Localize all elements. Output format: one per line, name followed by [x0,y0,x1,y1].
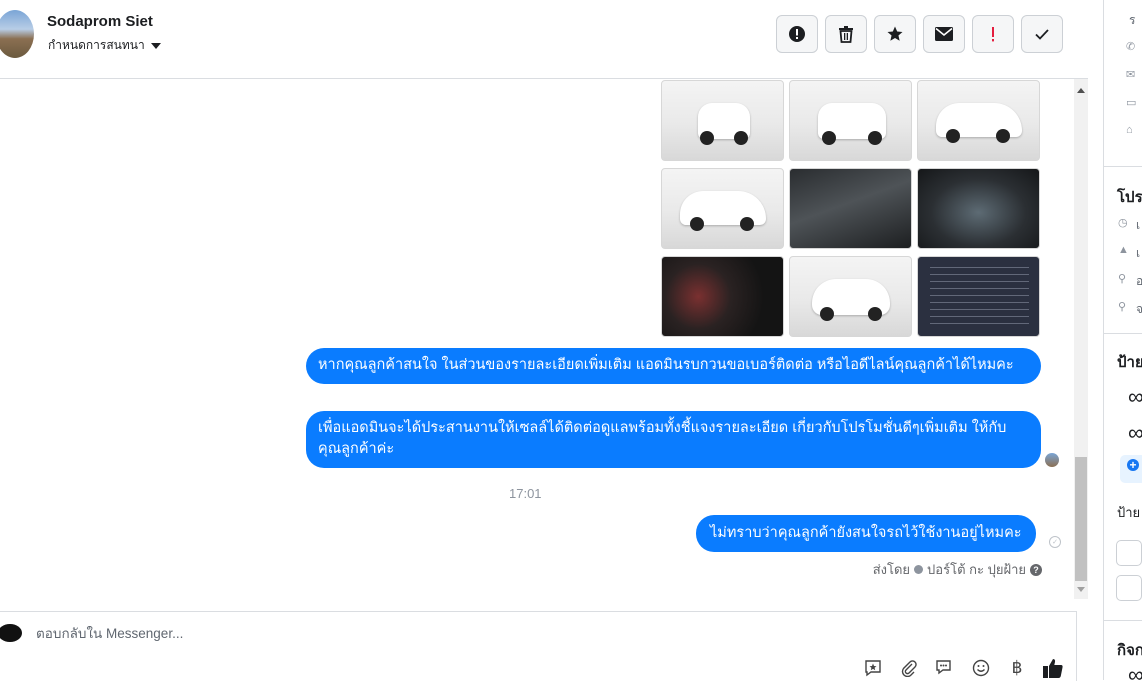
activity-section-title: กิจก [1117,642,1142,659]
photo-dashboard[interactable] [917,168,1040,249]
contact-details-panel: ร ✆ ✉ ▭ ⌂ โปร ◷ เ ▲ เ ⚲ อ ⚲ จ ป้าย ∞ ∞ ป… [1104,0,1142,680]
meta-icon: ∞ [1128,384,1142,409]
saved-reply-icon[interactable] [862,657,884,679]
location-pin-icon: ⚲ [1118,273,1127,285]
contact-name[interactable]: Sodaprom Siet [47,13,153,30]
phone-icon: ✆ [1126,41,1136,53]
contact-avatar[interactable] [0,10,34,58]
message-timestamp: 17:01 [509,486,542,501]
exclamation-circle-icon [789,26,805,42]
trash-icon [839,26,853,43]
read-receipt-avatar [1045,453,1059,467]
sent-by-name[interactable]: ปอร์โต้ กะ ปุยฝ้าย [927,559,1026,580]
photo-car-rear[interactable] [661,80,784,161]
thread-scrollbar[interactable] [1074,79,1088,599]
mark-done-button[interactable] [1021,15,1063,53]
photo-album [661,80,1040,337]
scroll-down-arrow-icon[interactable] [1074,581,1088,597]
assign-conversation-dropdown[interactable]: กำหนดการสนทนา [48,36,161,55]
conversation-toolbar [776,15,1063,53]
help-icon[interactable]: ? [1030,563,1042,576]
sent-by-label: ส่งโดย [872,562,911,577]
reply-input[interactable] [34,625,638,642]
birthday-icon: ▭ [1126,97,1137,109]
message-bubble[interactable]: หากคุณลูกค้าสนใจ ในส่วนของรายละเอียดเพิ่… [306,348,1041,384]
page-avatar [0,624,22,642]
message-bubble[interactable]: เพื่อแอดมินจะได้ประสานงานให้เซลล์ได้ติดต… [306,411,1041,468]
section-divider [1104,333,1142,334]
photo-interior[interactable] [789,168,912,249]
mark-unread-button[interactable] [923,15,965,53]
section-divider [1104,166,1142,167]
email-icon: ✉ [1126,69,1136,81]
add-label-button[interactable] [1120,455,1142,483]
message-bubble[interactable]: ไม่ทราบว่าคุณลูกค้ายังสนใจรถไว้ใช้งานอยู… [696,515,1036,552]
scroll-up-arrow-icon[interactable] [1074,83,1088,99]
profile-row: อ [1136,274,1142,288]
thumbs-up-icon[interactable] [1042,657,1064,679]
labels-subsection-title: ป้าย [1117,505,1141,520]
caret-down-icon [150,42,161,49]
education-icon: ▲ [1118,244,1129,256]
reply-composer: ฿ [0,611,1077,681]
home-icon: ⌂ [1126,124,1133,136]
meta-icon: ∞ [1128,420,1142,445]
profile-section-title: โปร [1117,189,1142,206]
composer-tools: ฿ [862,657,1064,679]
label-checkbox[interactable] [1116,540,1142,566]
sent-by-line: ส่งโดย ปอร์โต้ กะ ปุยฝ้าย ? [873,559,1042,580]
meta-icon: ∞ [1128,662,1142,680]
red-exclamation-icon [992,27,994,42]
profile-row: จ [1136,302,1142,316]
star-icon [887,26,903,41]
panel-top-text: ร [1129,13,1136,27]
user-dot-icon [914,565,924,574]
follow-up-button[interactable] [972,15,1014,53]
photo-gauges[interactable] [661,256,784,337]
message-thread: หากคุณลูกค้าสนใจ ในส่วนของรายละเอียดเพิ่… [0,79,1074,599]
sent-status-icon: ✓ [1049,536,1061,548]
delete-button[interactable] [825,15,867,53]
envelope-icon [935,27,953,41]
profile-row: เ [1136,246,1141,260]
section-divider [1104,620,1142,621]
photo-car-rear-angle[interactable] [789,80,912,161]
label-checkbox[interactable] [1116,575,1142,601]
conversation-header: Sodaprom Siet กำหนดการสนทนา [0,0,1088,79]
profile-row: เ [1136,218,1141,232]
scroll-thumb[interactable] [1075,457,1087,581]
chat-bubbles-icon[interactable] [934,657,956,679]
photo-document[interactable] [917,256,1040,337]
paperclip-icon[interactable] [898,657,920,679]
photo-car-side[interactable] [917,80,1040,161]
photo-car-side-2[interactable] [661,168,784,249]
photo-car-front[interactable] [789,256,912,337]
clock-icon: ◷ [1118,217,1128,229]
spam-alert-button[interactable] [776,15,818,53]
baht-icon[interactable]: ฿ [1006,657,1028,679]
emoji-icon[interactable] [970,657,992,679]
checkmark-icon [1035,29,1049,40]
location-pin-icon: ⚲ [1118,301,1127,313]
labels-section-title: ป้าย [1117,354,1142,371]
assign-label: กำหนดการสนทนา [48,38,145,52]
star-button[interactable] [874,15,916,53]
